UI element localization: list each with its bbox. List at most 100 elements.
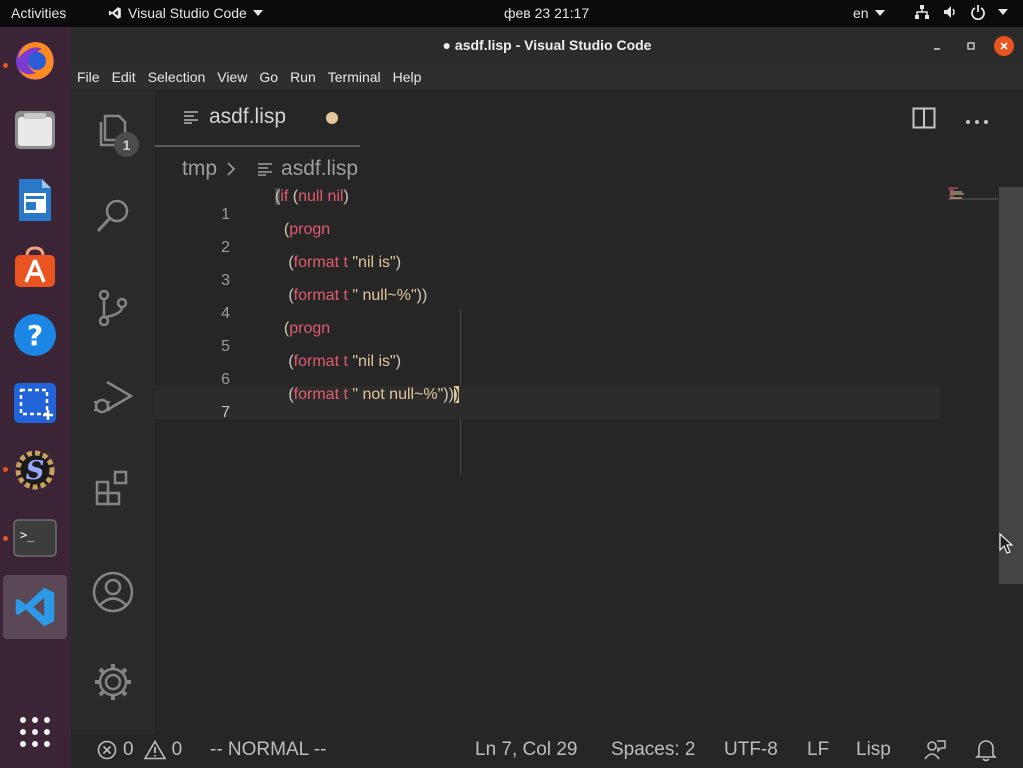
breadcrumb-folder[interactable]: tmp: [182, 157, 217, 181]
firefox-icon[interactable]: [10, 35, 60, 85]
code-text: (progn: [275, 320, 331, 337]
code-text: (format t "nil is"): [275, 353, 402, 370]
code-line: 5 (progn: [155, 320, 940, 355]
slime-lisp-icon[interactable]: S: [10, 445, 60, 495]
search-icon: [96, 199, 129, 233]
vscode-small-icon: [108, 7, 121, 19]
account-icon: [92, 571, 134, 613]
running-indicator: [3, 467, 8, 472]
desktop: Activities Visual Studio Code фев 23 21:…: [0, 0, 1023, 768]
code-line: 1 (if (null nil): [155, 188, 940, 223]
menu-selection[interactable]: Selection: [148, 69, 206, 85]
app-center-icon[interactable]: [10, 242, 60, 292]
split-editor-button[interactable]: [912, 107, 936, 134]
editor-area: asdf.lisp tmp asdf.lisp 1 (if (null nil): [155, 89, 1023, 734]
minimize-button[interactable]: [927, 36, 947, 56]
menu-view[interactable]: View: [217, 69, 247, 85]
error-count: 0: [123, 739, 134, 760]
language-label: en: [853, 5, 869, 21]
svg-text:>_: >_: [20, 528, 35, 542]
breadcrumb: tmp asdf.lisp: [182, 157, 358, 181]
activities-button[interactable]: Activities: [11, 5, 66, 21]
lines-icon: [258, 163, 273, 176]
menu-file[interactable]: File: [77, 69, 100, 85]
vim-mode: -- NORMAL --: [210, 739, 327, 760]
mouse-pointer-icon: [999, 533, 1013, 554]
explorer-badge: 1: [114, 132, 139, 157]
network-icon: [915, 5, 929, 19]
problems-indicator[interactable]: 0 0: [97, 739, 182, 761]
source-control-icon: [98, 289, 128, 327]
minimize-icon: [934, 48, 940, 50]
system-menu[interactable]: [914, 4, 1008, 20]
ellipsis-icon: [966, 120, 988, 124]
code-text: (progn: [275, 221, 331, 238]
language-mode[interactable]: Lisp: [856, 739, 891, 761]
tab-asdf-lisp[interactable]: asdf.lisp: [155, 89, 360, 147]
maximize-button[interactable]: [961, 36, 981, 56]
app-menu-label: Visual Studio Code: [128, 5, 247, 21]
maximize-icon: [967, 42, 975, 50]
menu-run[interactable]: Run: [290, 69, 316, 85]
window-title: ● asdf.lisp - Visual Studio Code: [442, 37, 652, 53]
files-icon[interactable]: [10, 105, 60, 155]
running-indicator: [3, 536, 8, 541]
status-bar: 0 0 -- NORMAL -- Ln 7, Col 29 Spaces: 2 …: [71, 734, 1023, 768]
feedback-icon: [924, 740, 946, 760]
block-cursor: ): [453, 386, 460, 403]
extensions-icon: [95, 470, 128, 506]
source-control-button[interactable]: [90, 285, 136, 331]
code-view[interactable]: 1 (if (null nil) 2 (progn 3 (format t "n…: [155, 188, 995, 734]
libreoffice-writer-icon[interactable]: [10, 175, 60, 225]
gear-icon: [95, 664, 131, 700]
power-icon: [971, 5, 985, 20]
screenshot-icon[interactable]: [10, 378, 60, 428]
cursor-position[interactable]: Ln 7, Col 29: [475, 739, 577, 761]
accounts-button[interactable]: [90, 569, 136, 615]
menu-edit[interactable]: Edit: [112, 69, 136, 85]
tab-label: asdf.lisp: [209, 105, 287, 128]
clock[interactable]: фев 23 21:17: [504, 5, 589, 21]
volume-icon: [944, 6, 955, 18]
chevron-right-icon: [227, 162, 236, 176]
code-line: 2 (progn: [155, 221, 940, 256]
code-text: (format t "nil is"): [275, 254, 402, 271]
code-line: 4 (format t " null~%")): [155, 287, 940, 322]
scrollbar-slider[interactable]: [999, 187, 1023, 584]
close-icon: [1000, 42, 1008, 50]
breadcrumb-file[interactable]: asdf.lisp: [281, 157, 358, 181]
feedback-button[interactable]: [923, 738, 947, 768]
vscode-icon[interactable]: [3, 575, 67, 639]
activity-bar: [71, 89, 155, 734]
code-text: (format t " not null~%"))): [275, 386, 460, 403]
line-number: 7: [221, 404, 230, 421]
manage-button[interactable]: [90, 659, 136, 705]
app-menu[interactable]: Visual Studio Code: [108, 5, 263, 21]
run-debug-icon: [94, 380, 134, 414]
svg-text:S: S: [26, 456, 45, 486]
menu-bar: File Edit Selection View Go Run Terminal…: [71, 64, 1023, 89]
bell-icon: [975, 740, 997, 762]
indentation[interactable]: Spaces: 2: [611, 739, 696, 761]
show-applications-icon[interactable]: [10, 707, 60, 757]
end-of-line[interactable]: LF: [807, 739, 829, 761]
minimap[interactable]: [948, 187, 998, 207]
menu-go[interactable]: Go: [259, 69, 278, 85]
run-debug-button[interactable]: [90, 375, 136, 421]
chevron-down-icon: [874, 10, 885, 16]
code-line-current: 7 (format t " not null~%"))): [155, 386, 940, 421]
terminal-icon[interactable]: >_: [10, 513, 60, 563]
encoding[interactable]: UTF-8: [724, 739, 778, 761]
more-actions-button[interactable]: [965, 113, 989, 131]
close-button[interactable]: [994, 36, 1014, 56]
help-icon[interactable]: ?: [10, 310, 60, 360]
notifications-button[interactable]: [975, 738, 997, 768]
window-title-bar[interactable]: ● asdf.lisp - Visual Studio Code: [71, 27, 1023, 64]
menu-terminal[interactable]: Terminal: [328, 69, 381, 85]
unsaved-dot-icon[interactable]: [326, 112, 338, 124]
extensions-button[interactable]: [90, 465, 136, 511]
menu-help[interactable]: Help: [393, 69, 422, 85]
error-icon: [97, 740, 117, 760]
input-language[interactable]: en: [853, 5, 885, 21]
search-button[interactable]: [90, 193, 136, 239]
